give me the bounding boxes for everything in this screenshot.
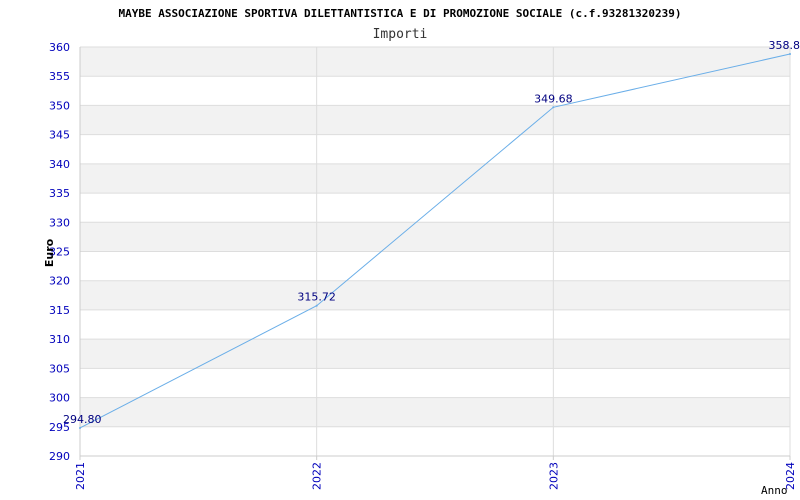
y-tick-label: 345	[49, 129, 70, 142]
line-chart: MAYBE ASSOCIAZIONE SPORTIVA DILETTANTIST…	[43, 7, 800, 497]
data-point	[789, 53, 791, 56]
data-point	[315, 304, 318, 307]
background-bands	[80, 47, 790, 427]
grid-band	[80, 163, 790, 194]
grid-band	[80, 339, 790, 369]
grid-band	[80, 397, 790, 427]
y-tick-label: 300	[49, 392, 70, 405]
y-tick-label: 310	[49, 333, 70, 346]
x-axis-label: Anno	[761, 484, 788, 497]
grid-band	[80, 222, 790, 252]
grid-band	[80, 47, 790, 77]
y-tick-label: 330	[49, 216, 70, 229]
y-tick-label: 340	[49, 158, 70, 171]
chart-subtitle: Importi	[373, 27, 428, 42]
data-label: 358.8	[769, 39, 800, 52]
y-tick-label: 350	[49, 99, 70, 112]
data-point	[552, 106, 555, 109]
y-tick-label: 360	[49, 41, 70, 54]
data-label: 315.72	[297, 291, 336, 304]
grid-band	[80, 105, 790, 135]
data-label: 349.68	[534, 92, 573, 105]
x-tick-label: 2021	[74, 462, 87, 490]
chart-title: MAYBE ASSOCIAZIONE SPORTIVA DILETTANTIST…	[119, 7, 682, 20]
x-tick-label: 2023	[547, 462, 560, 490]
y-axis-label: Euro	[43, 238, 56, 267]
y-tick-label: 305	[49, 362, 70, 375]
y-tick-label: 355	[49, 70, 70, 83]
y-tick-label: 290	[49, 450, 70, 463]
grid-band	[80, 280, 790, 310]
y-tick-label: 315	[49, 304, 70, 317]
y-tick-label: 335	[49, 187, 70, 200]
data-point	[79, 426, 81, 429]
y-tick-label: 320	[49, 275, 70, 288]
data-label: 294.80	[63, 413, 102, 426]
x-tick-label: 2022	[311, 462, 324, 490]
x-tick-labels: 2021 2022 2023 2024	[74, 462, 797, 490]
